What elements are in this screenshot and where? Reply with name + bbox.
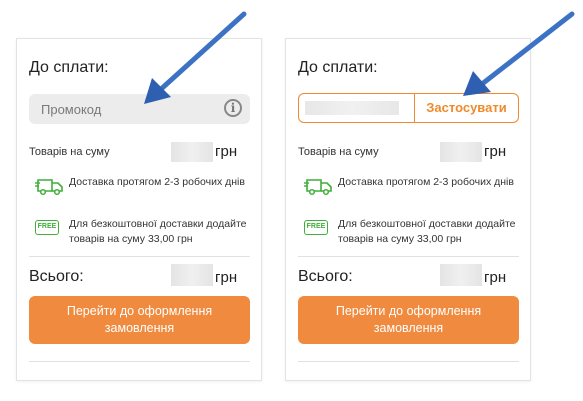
divider: [29, 361, 250, 362]
delivery-info: Доставка протягом 2-3 робочих днів: [338, 176, 514, 188]
promo-code-input[interactable]: Промокод i: [29, 94, 250, 124]
promo-placeholder: Промокод: [41, 102, 102, 117]
free-delivery-icon: FREE: [35, 220, 59, 235]
divider: [298, 256, 519, 257]
free-delivery-icon: FREE: [304, 220, 328, 235]
free-delivery-info: Для безкоштовної доставки додайте товарі…: [338, 218, 516, 245]
summary-title: До сплати:: [29, 59, 109, 76]
total-label: Всього:: [298, 268, 353, 285]
goods-sum-redacted: [171, 142, 213, 162]
divider: [29, 256, 250, 257]
goods-sum-label: Товарів на суму: [298, 146, 379, 158]
checkout-button[interactable]: Перейти до оформлення замовлення: [298, 296, 519, 344]
total-redacted: [440, 264, 482, 286]
total-currency: грн: [484, 269, 507, 286]
total-redacted: [171, 264, 213, 286]
checkout-button-label: Перейти до оформлення замовлення: [66, 304, 213, 335]
promo-code-redacted: [305, 101, 399, 115]
goods-sum-label: Товарів на суму: [29, 146, 110, 158]
apply-promo-button[interactable]: Застосувати: [414, 94, 518, 122]
goods-sum-currency: грн: [215, 143, 238, 160]
goods-sum-currency: грн: [484, 143, 507, 160]
order-summary-panel-right: До сплати: Застосувати Товарів на суму г…: [285, 38, 531, 381]
checkout-button-label: Перейти до оформлення замовлення: [335, 304, 482, 335]
summary-title: До сплати:: [298, 59, 378, 76]
delivery-truck-icon: [35, 179, 63, 196]
total-label: Всього:: [29, 268, 84, 285]
delivery-info: Доставка протягом 2-3 робочих днів: [69, 176, 245, 188]
checkout-button[interactable]: Перейти до оформлення замовлення: [29, 296, 250, 344]
free-delivery-info: Для безкоштовної доставки додайте товарі…: [69, 218, 247, 245]
delivery-truck-icon: [304, 179, 332, 196]
goods-sum-redacted: [440, 142, 482, 162]
promo-code-field[interactable]: Застосувати: [298, 93, 519, 123]
total-currency: грн: [215, 269, 238, 286]
order-summary-panel-left: До сплати: Промокод i Товарів на суму гр…: [16, 38, 262, 381]
info-icon[interactable]: i: [224, 99, 242, 117]
divider: [298, 361, 519, 362]
